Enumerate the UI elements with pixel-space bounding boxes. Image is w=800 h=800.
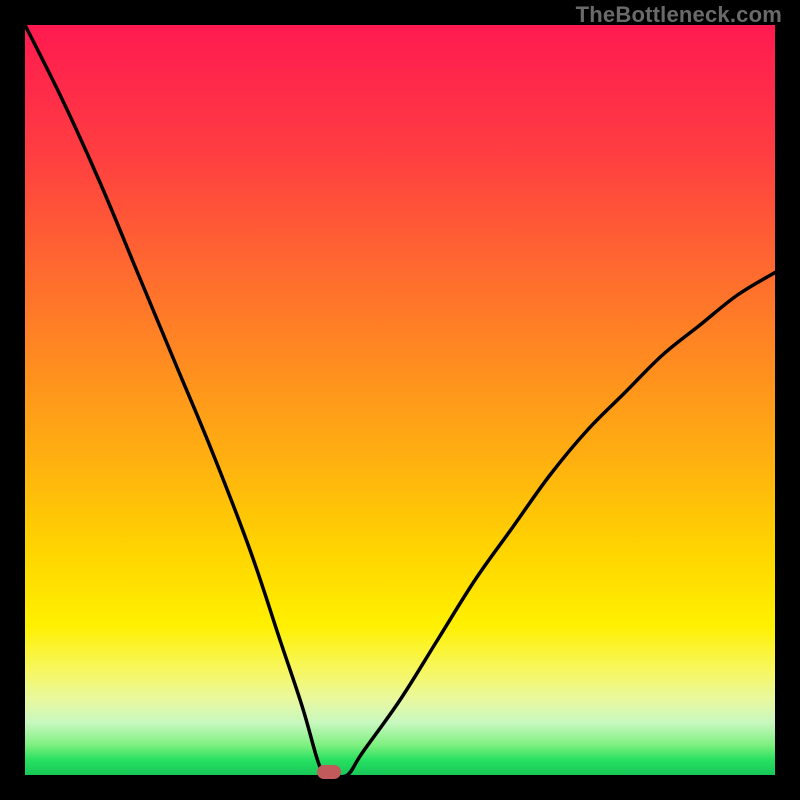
chart-frame: TheBottleneck.com xyxy=(0,0,800,800)
bottleneck-curve xyxy=(25,25,775,775)
optimal-marker xyxy=(317,765,341,779)
curve-path xyxy=(25,25,775,777)
plot-area xyxy=(25,25,775,775)
